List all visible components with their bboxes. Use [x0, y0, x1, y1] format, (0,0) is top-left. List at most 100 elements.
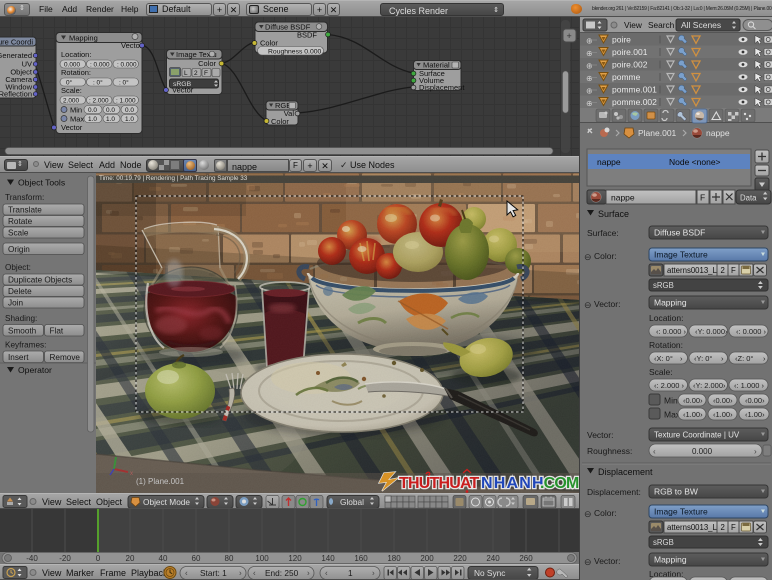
- svg-text:Surface:: Surface:: [587, 228, 619, 238]
- svg-text:⊖: ⊖: [584, 557, 592, 567]
- svg-text:Min: Min: [70, 106, 82, 115]
- svg-text:View: View: [42, 568, 62, 578]
- svg-text:‹1.00›: ‹1.00›: [745, 410, 765, 419]
- svg-text:nappe: nappe: [597, 157, 621, 167]
- svg-text:‹Z: 0°: ‹Z: 0°: [735, 354, 753, 363]
- svg-text:View: View: [624, 20, 643, 30]
- svg-text:Join: Join: [8, 299, 23, 308]
- svg-text:: 0.000: : 0.000: [117, 62, 137, 69]
- svg-text:Rotation:: Rotation:: [649, 340, 683, 350]
- svg-text:180: 180: [387, 554, 401, 563]
- svg-text:RGB to BW: RGB to BW: [654, 487, 698, 497]
- svg-text:ure Coordi: ure Coordi: [0, 38, 33, 47]
- svg-text:100: 100: [255, 554, 269, 563]
- svg-text:‹: 0.000 ›: ‹: 0.000 ›: [736, 327, 767, 336]
- svg-text:20: 20: [126, 554, 135, 563]
- svg-text:Object: Object: [96, 497, 123, 507]
- svg-text:240: 240: [486, 554, 500, 563]
- svg-text:Node <none>: Node <none>: [669, 157, 721, 167]
- svg-text:Insert: Insert: [8, 353, 29, 362]
- svg-text:L: L: [184, 70, 188, 77]
- svg-text:Select: Select: [66, 497, 92, 507]
- svg-text:2.000: 2.000: [63, 98, 79, 105]
- svg-text:›: ›: [754, 447, 757, 456]
- svg-text:Scale: Scale: [8, 229, 29, 238]
- svg-text:Rotation:: Rotation:: [61, 68, 91, 77]
- svg-text:Diffuse BSDF: Diffuse BSDF: [654, 228, 705, 238]
- svg-text:: 0°: : 0°: [93, 79, 103, 87]
- svg-text:0.0: 0.0: [106, 107, 115, 114]
- svg-text:Location:: Location:: [649, 313, 684, 323]
- svg-text:2: 2: [194, 70, 198, 77]
- svg-text:pomme.002: pomme.002: [612, 97, 657, 107]
- svg-text:‹1.00›: ‹1.00›: [683, 410, 703, 419]
- svg-text:Plane.001: Plane.001: [638, 128, 677, 138]
- svg-text:⊖: ⊖: [584, 300, 592, 310]
- svg-text:Min: Min: [664, 396, 678, 406]
- svg-text:poire.002: poire.002: [612, 60, 648, 70]
- svg-text:›: ›: [239, 569, 242, 578]
- svg-text:‹: ‹: [325, 569, 328, 578]
- svg-text:Smooth: Smooth: [8, 327, 37, 336]
- svg-text:Image Texture: Image Texture: [654, 250, 708, 260]
- svg-text:-40: -40: [26, 554, 38, 563]
- svg-text:Mapping: Mapping: [654, 555, 687, 565]
- svg-text:›: ›: [307, 569, 310, 578]
- svg-text:Keyframes:: Keyframes:: [5, 341, 46, 350]
- svg-text:⊖: ⊖: [584, 252, 592, 262]
- svg-text:Scale:: Scale:: [649, 367, 673, 377]
- svg-text:Roughness 0.000: Roughness 0.000: [268, 49, 322, 56]
- svg-text:Vector: Vector: [172, 86, 194, 95]
- svg-text:‹: ‹: [653, 447, 656, 456]
- svg-text:nappe: nappe: [611, 193, 635, 203]
- svg-text:Start: 1: Start: 1: [200, 568, 227, 578]
- svg-text:›: ›: [372, 569, 375, 578]
- svg-text:‹Y: 2.000›: ‹Y: 2.000›: [693, 381, 726, 390]
- svg-text:Origin: Origin: [8, 245, 30, 254]
- svg-text:Object:: Object:: [5, 263, 31, 272]
- svg-text:‹Y: 0.000›: ‹Y: 0.000›: [695, 327, 728, 336]
- svg-text:0: 0: [96, 554, 101, 563]
- svg-text:Data: Data: [740, 194, 757, 203]
- svg-text:220: 220: [453, 554, 467, 563]
- svg-text:0.0: 0.0: [88, 107, 97, 114]
- svg-text:View: View: [42, 497, 62, 507]
- svg-text:Playback: Playback: [131, 568, 168, 578]
- svg-text:Flat: Flat: [50, 327, 64, 336]
- svg-text:pomme.001: pomme.001: [612, 85, 657, 95]
- svg-text:No Sync: No Sync: [474, 568, 505, 578]
- svg-text:-20: -20: [59, 554, 71, 563]
- svg-text:Remove: Remove: [50, 353, 81, 362]
- svg-text:‹Y: 0°: ‹Y: 0°: [694, 354, 712, 363]
- svg-text:All Scenes: All Scenes: [681, 20, 721, 30]
- svg-text:Vector:: Vector:: [594, 556, 620, 566]
- svg-text:Object Mode: Object Mode: [143, 497, 190, 507]
- svg-text:160: 160: [354, 554, 368, 563]
- svg-text:‹: 1.000 ›: ‹: 1.000 ›: [734, 381, 765, 390]
- svg-text:‹: 2.000 ›: ‹: 2.000 ›: [654, 381, 685, 390]
- svg-text:pomme: pomme: [612, 72, 641, 82]
- svg-text:F: F: [700, 193, 705, 203]
- svg-text:Rotate: Rotate: [8, 217, 33, 226]
- svg-text:‹0.00›: ‹0.00›: [745, 396, 765, 405]
- svg-text:1.0: 1.0: [125, 116, 134, 123]
- svg-text:40: 40: [159, 554, 168, 563]
- svg-text:Scale:: Scale:: [61, 86, 82, 95]
- svg-text:120: 120: [288, 554, 302, 563]
- svg-text:Shading:: Shading:: [5, 314, 37, 323]
- svg-text:0.000: 0.000: [692, 447, 713, 456]
- svg-text:Marker: Marker: [66, 568, 94, 578]
- svg-text:Color: Color: [271, 117, 289, 126]
- svg-text:‹1.00›: ‹1.00›: [713, 410, 733, 419]
- svg-text:Mapping: Mapping: [654, 298, 687, 308]
- svg-text:Color:: Color:: [594, 508, 617, 518]
- svg-text:: 1.000: : 1.000: [116, 98, 136, 105]
- svg-text:Global: Global: [340, 497, 364, 507]
- svg-text:‹: ‹: [185, 569, 188, 578]
- svg-text:1.0: 1.0: [88, 116, 97, 123]
- svg-text:Color: Color: [198, 59, 216, 68]
- svg-text:Duplicate Objects: Duplicate Objects: [8, 276, 72, 285]
- svg-text:Vector:: Vector:: [587, 430, 613, 440]
- svg-text:Delete: Delete: [8, 287, 32, 296]
- svg-text:Color:: Color:: [594, 251, 617, 261]
